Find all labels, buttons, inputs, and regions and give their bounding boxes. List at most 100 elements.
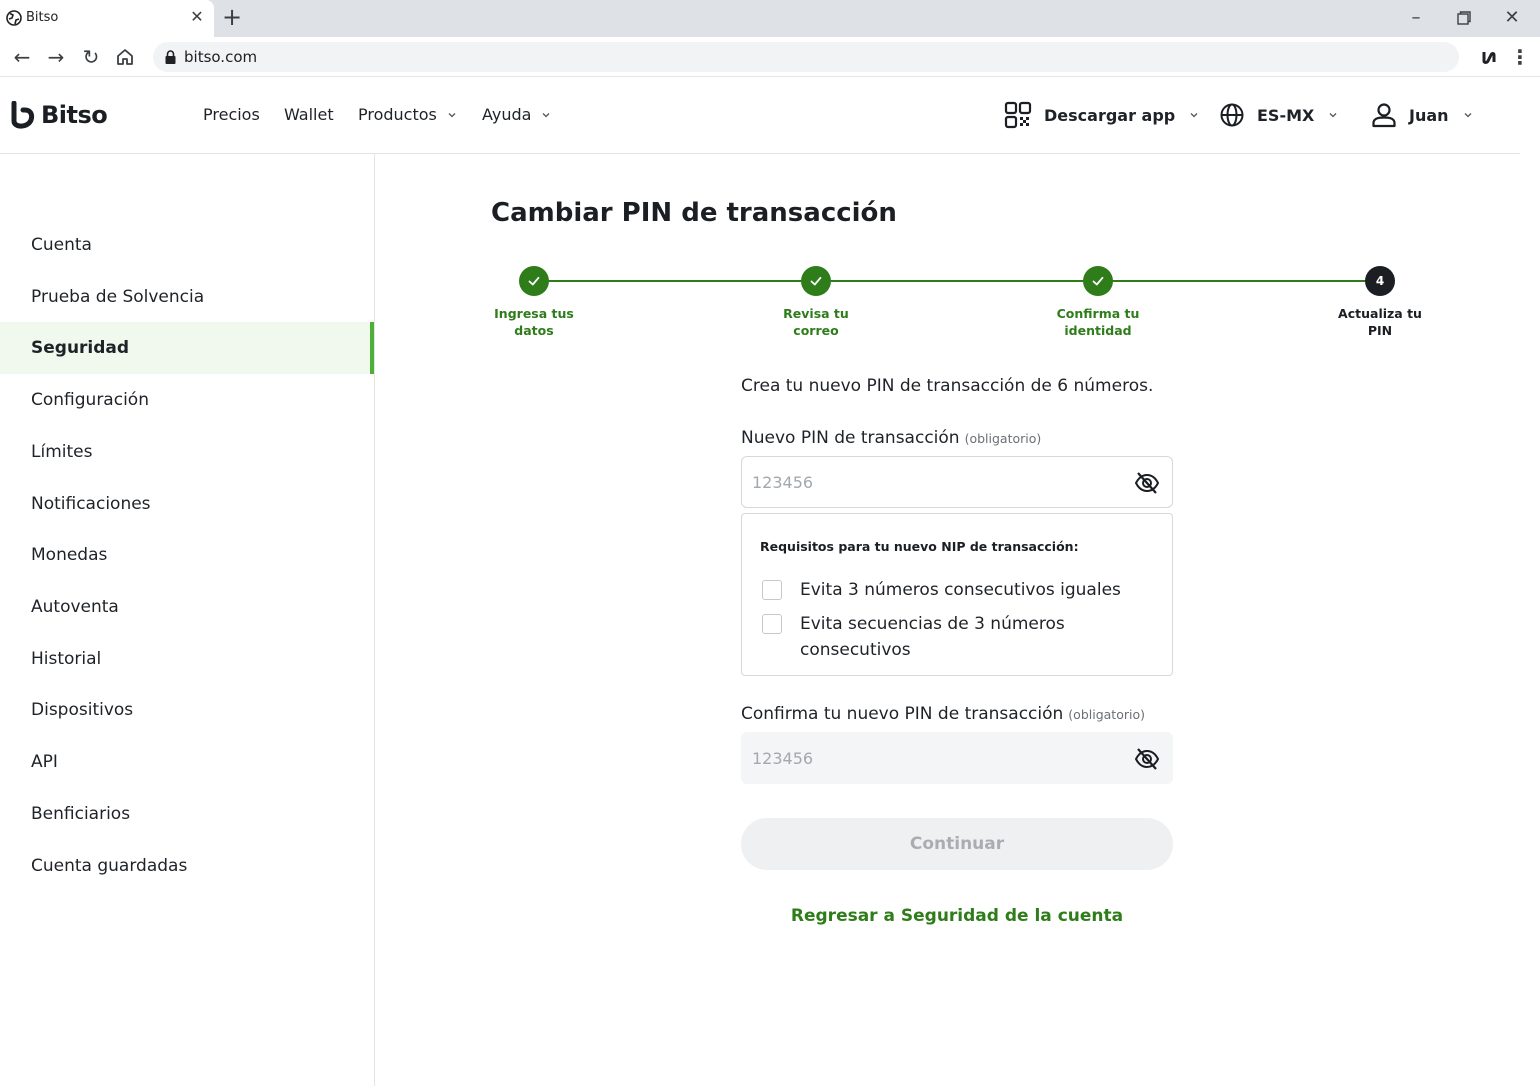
- nav-label: Wallet: [284, 105, 334, 124]
- sidebar-item-historial[interactable]: Historial: [0, 633, 374, 685]
- globe-icon: [1220, 103, 1244, 127]
- step-label-line: PIN: [1367, 323, 1393, 338]
- nav-precios[interactable]: Precios: [203, 105, 260, 124]
- logo-text: Bitso: [41, 101, 108, 129]
- sidebar-item-api[interactable]: API: [0, 736, 374, 788]
- language-label: ES-MX: [1257, 105, 1315, 125]
- confirm-pin-label-text: Confirma tu nuevo PIN de transacción: [741, 704, 1064, 724]
- new-tab-icon[interactable]: +: [220, 5, 244, 29]
- sidebar-item-autoventa[interactable]: Autoventa: [0, 581, 374, 633]
- step-3-label: Confirma tu identidad: [1038, 305, 1158, 339]
- home-icon[interactable]: [111, 43, 139, 71]
- restore-icon[interactable]: [1450, 4, 1478, 32]
- chevron-down-icon: [1464, 113, 1471, 118]
- step-label-line: datos: [514, 323, 554, 338]
- close-tab-icon[interactable]: ✕: [188, 8, 206, 26]
- requirement-text: Evita 3 números consecutivos iguales: [800, 580, 1121, 600]
- new-pin-placeholder: 123456: [752, 473, 814, 492]
- browser-menu-icon[interactable]: ⋮: [1510, 43, 1530, 71]
- url-text: bitso.com: [184, 48, 258, 66]
- chevron-down-icon: [542, 112, 550, 117]
- site-header: Bitso Precios Wallet Productos Ayuda Des…: [0, 77, 1520, 154]
- new-pin-label-text: Nuevo PIN de transacción: [741, 428, 960, 448]
- browser-tabstrip: Bitso ✕ + – ✕: [0, 0, 1540, 37]
- user-name: Juan: [1409, 105, 1449, 125]
- stepper-line: [534, 280, 1380, 282]
- chevron-down-icon: [448, 112, 456, 117]
- nav-label: Ayuda: [482, 105, 532, 124]
- qr-code-icon: [1004, 101, 1032, 129]
- intro-text: Crea tu nuevo PIN de transacción de 6 nú…: [741, 376, 1154, 396]
- sidebar-item-notificaciones[interactable]: Notificaciones: [0, 478, 374, 530]
- language-menu[interactable]: ES-MX: [1219, 99, 1338, 131]
- step-label-line: Actualiza tu: [1338, 306, 1422, 321]
- browser-toolbar: ← → ↻ bitso.com ⋮: [0, 37, 1540, 77]
- lock-icon: [165, 50, 176, 64]
- chevron-down-icon: [1190, 113, 1198, 118]
- new-pin-input[interactable]: 123456: [741, 456, 1173, 508]
- bitso-logo-icon: [11, 101, 35, 129]
- nav-label: Productos: [358, 105, 437, 124]
- reload-icon[interactable]: ↻: [77, 43, 105, 71]
- close-window-icon[interactable]: ✕: [1498, 4, 1526, 32]
- nav-ayuda[interactable]: Ayuda: [482, 105, 551, 124]
- page-title: Cambiar PIN de transacción: [491, 198, 897, 228]
- globe-icon: [6, 10, 22, 26]
- step-4-number: 4: [1365, 266, 1395, 296]
- step-4-label: Actualiza tu PIN: [1320, 305, 1440, 339]
- sidebar-item-cuenta-guardadas[interactable]: Cuenta guardadas: [0, 840, 374, 892]
- requirement-item: Evita 3 números consecutivos iguales: [762, 577, 1130, 603]
- minimize-icon[interactable]: –: [1402, 4, 1430, 32]
- step-label-line: Ingresa tus: [494, 306, 574, 321]
- eye-off-icon[interactable]: [1134, 470, 1160, 496]
- address-bar[interactable]: bitso.com: [153, 42, 1459, 72]
- requirement-checkbox: [762, 614, 782, 634]
- sidebar-item-configuracion[interactable]: Configuración: [0, 374, 374, 426]
- requirements-title: Requisitos para tu nuevo NIP de transacc…: [760, 539, 1079, 554]
- step-label-line: identidad: [1064, 323, 1132, 338]
- pin-requirements: Requisitos para tu nuevo NIP de transacc…: [741, 513, 1173, 676]
- sidebar-item-limites[interactable]: Límites: [0, 426, 374, 478]
- required-tag: (obligatorio): [1068, 707, 1145, 722]
- extension-icon[interactable]: [1479, 47, 1499, 67]
- bitso-logo[interactable]: Bitso: [10, 99, 108, 131]
- step-label-line: Confirma tu: [1056, 306, 1140, 321]
- step-3-check-icon: [1083, 266, 1113, 296]
- sidebar-item-seguridad[interactable]: Seguridad: [0, 322, 374, 374]
- required-tag: (obligatorio): [964, 431, 1042, 446]
- nav-wallet[interactable]: Wallet: [284, 105, 334, 124]
- user-menu[interactable]: Juan: [1371, 99, 1473, 131]
- browser-tab[interactable]: Bitso ✕: [0, 0, 214, 37]
- continue-button[interactable]: Continuar: [741, 818, 1173, 870]
- user-icon: [1372, 103, 1396, 128]
- nav-label: Precios: [203, 105, 260, 124]
- nav-productos[interactable]: Productos: [358, 105, 457, 124]
- chevron-down-icon: [1329, 113, 1337, 118]
- step-label-line: correo: [793, 323, 839, 338]
- requirement-checkbox: [762, 580, 782, 600]
- requirement-text: Evita secuencias de 3 números consecutiv…: [800, 614, 1065, 660]
- step-1-check-icon: [519, 266, 549, 296]
- back-to-security-link[interactable]: Regresar a Seguridad de la cuenta: [741, 906, 1173, 926]
- step-1-label: Ingresa tus datos: [474, 305, 594, 339]
- forward-arrow-icon[interactable]: →: [42, 43, 70, 71]
- eye-off-icon[interactable]: [1134, 746, 1160, 772]
- sidebar-item-prueba-de-solvencia[interactable]: Prueba de Solvencia: [0, 271, 374, 323]
- back-arrow-icon[interactable]: ←: [8, 43, 36, 71]
- new-pin-label: Nuevo PIN de transacción (obligatorio): [741, 428, 1041, 448]
- download-app-label: Descargar app: [1044, 105, 1176, 125]
- confirm-pin-input[interactable]: 123456: [741, 732, 1173, 784]
- requirement-item: Evita secuencias de 3 números consecutiv…: [762, 611, 1130, 663]
- sidebar-item-dispositivos[interactable]: Dispositivos: [0, 684, 374, 736]
- step-label-line: Revisa tu: [783, 306, 849, 321]
- step-2-label: Revisa tu correo: [756, 305, 876, 339]
- download-app-menu[interactable]: Descargar app: [1004, 99, 1199, 131]
- confirm-pin-label: Confirma tu nuevo PIN de transacción (obl…: [741, 704, 1145, 724]
- step-2-check-icon: [801, 266, 831, 296]
- confirm-pin-placeholder: 123456: [752, 749, 814, 768]
- sidebar-item-monedas[interactable]: Monedas: [0, 529, 374, 581]
- sidebar-item-cuenta[interactable]: Cuenta: [0, 219, 374, 271]
- settings-sidebar: Cuenta Prueba de Solvencia Seguridad Con…: [0, 154, 375, 1086]
- tab-title: Bitso: [26, 10, 59, 25]
- sidebar-item-beneficiarios[interactable]: Benficiarios: [0, 788, 374, 840]
